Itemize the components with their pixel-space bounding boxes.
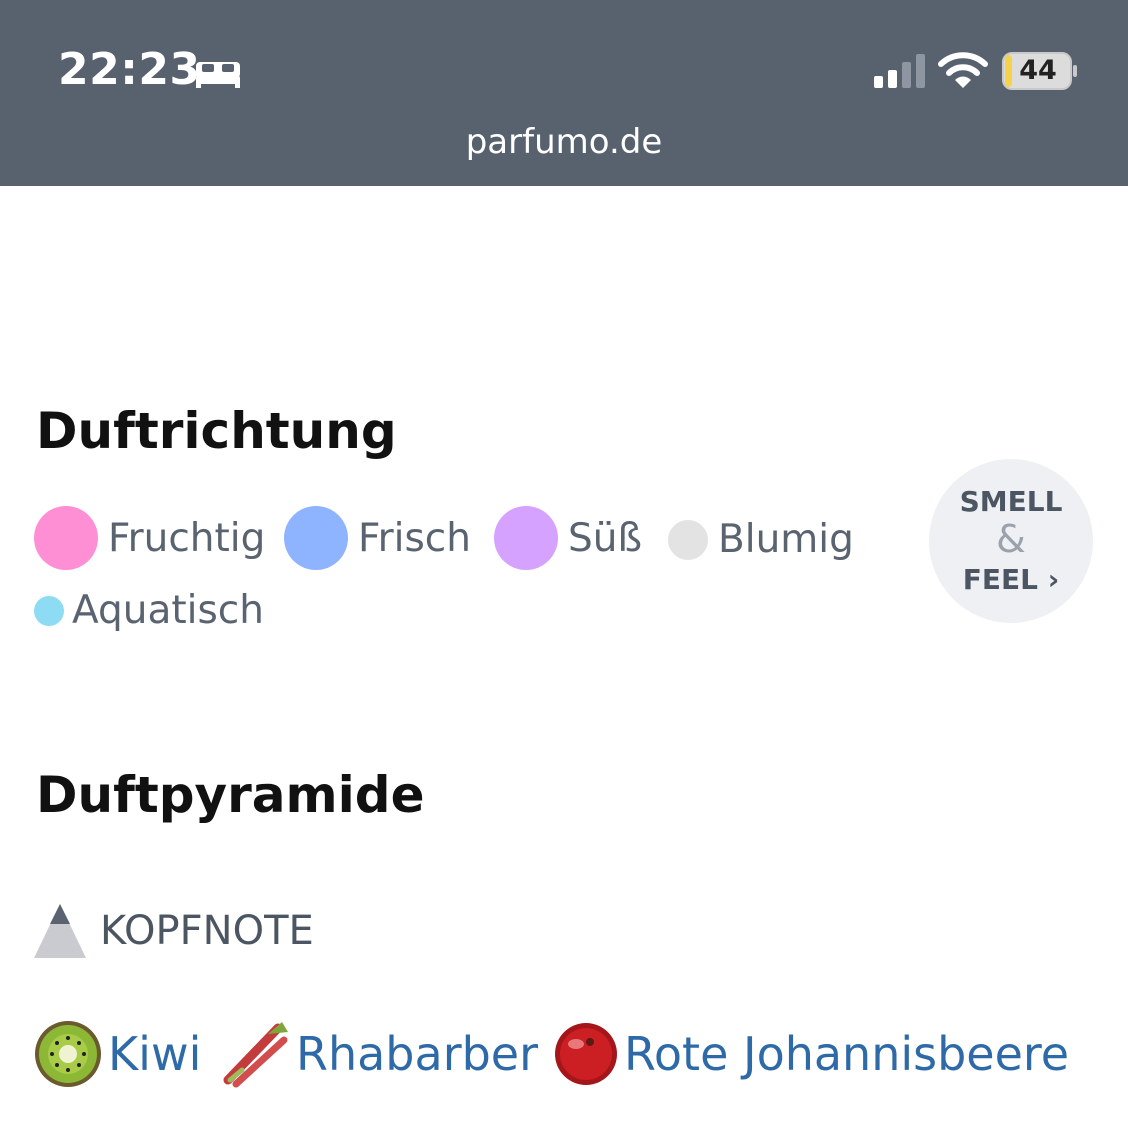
rhubarb-icon [223, 1022, 288, 1088]
accord-label: Süß [568, 515, 643, 561]
smell-feel-ampersand: & [996, 517, 1026, 561]
accord-item[interactable]: Süß [494, 506, 642, 570]
smell-feel-button[interactable]: SMELL & FEEL › [929, 459, 1093, 623]
browser-status-bar: 22:23 44 parfumo.de [0, 0, 1128, 186]
accord-label: Aquatisch [72, 588, 264, 633]
note-item[interactable]: Rhabarber [222, 1020, 538, 1088]
redcurrant-icon [555, 1023, 617, 1085]
kopfnote-header: KOPFNOTE [34, 904, 314, 958]
note-label: Rote Johannisbeere [624, 1027, 1070, 1081]
accord-label: Fruchtig [108, 515, 266, 561]
accord-dot [668, 519, 708, 560]
note-label: Kiwi [108, 1027, 202, 1081]
pyramid-top-icon [34, 904, 86, 958]
accord-item[interactable]: Fruchtig [34, 506, 265, 570]
accord-dot [34, 595, 64, 626]
accord-dot [34, 506, 98, 570]
note-label: Rhabarber [296, 1027, 539, 1081]
accord-dot [494, 506, 558, 570]
address-bar-url[interactable]: parfumo.de [0, 122, 1128, 162]
wifi-icon [938, 52, 988, 88]
kiwi-icon [35, 1021, 101, 1087]
cellular-signal-icon [874, 54, 925, 88]
clock-time: 22:23 [58, 44, 201, 95]
section-title-duftpyramide: Duftpyramide [36, 766, 425, 824]
battery-level: 44 [1019, 55, 1057, 86]
accord-dot [284, 506, 348, 570]
smell-feel-line3-text: FEEL [962, 563, 1038, 596]
smell-feel-line1: SMELL [959, 485, 1063, 518]
accord-item[interactable]: Aquatisch [34, 588, 264, 633]
note-item[interactable]: Kiwi [34, 1020, 201, 1088]
note-item[interactable]: Rote Johannisbeere [554, 1022, 1069, 1086]
bed-icon [196, 62, 240, 88]
kopfnote-label: KOPFNOTE [100, 908, 314, 954]
accord-item[interactable]: Blumig [668, 517, 854, 562]
accord-item[interactable]: Frisch [284, 506, 471, 570]
accord-label: Blumig [718, 517, 854, 562]
section-title-duftrichtung: Duftrichtung [36, 402, 397, 460]
accord-label: Frisch [358, 515, 471, 561]
chevron-right-icon: › [1047, 563, 1060, 596]
smell-feel-line3: FEEL › [929, 563, 1093, 596]
